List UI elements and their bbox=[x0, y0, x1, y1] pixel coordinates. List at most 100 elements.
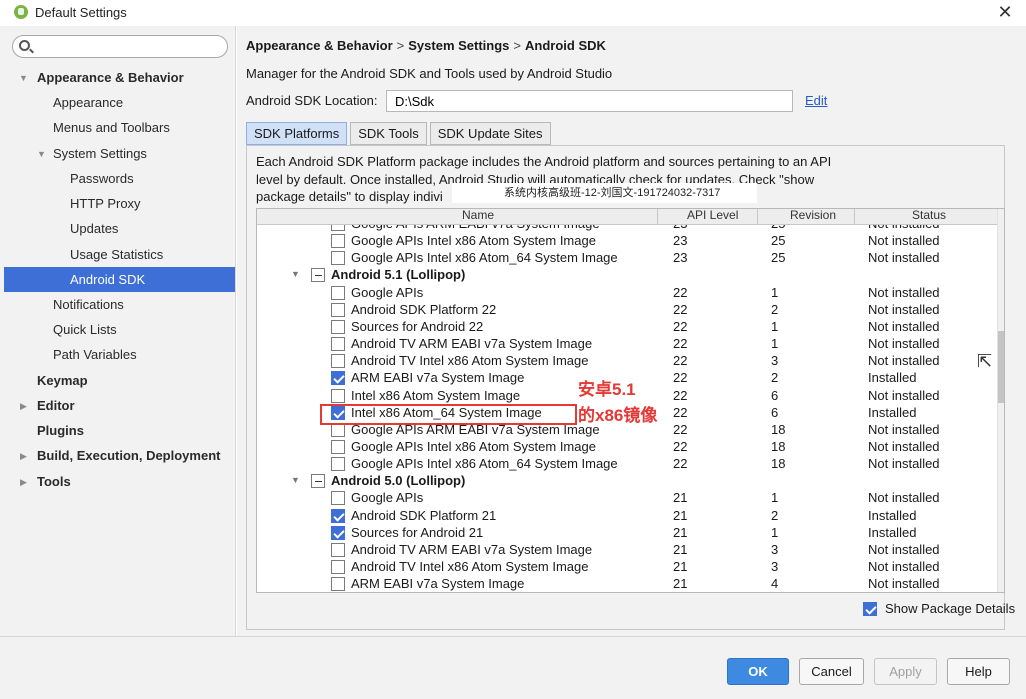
table-row[interactable]: Google APIs Intel x86 Atom System Image 2… bbox=[257, 232, 997, 249]
sidebar-item-plugins[interactable]: Plugins bbox=[37, 418, 84, 443]
table-row[interactable]: Google APIs Intel x86 Atom_64 System Ima… bbox=[257, 455, 997, 472]
table-row[interactable]: Google APIs Intel x86 Atom_64 System Ima… bbox=[257, 249, 997, 266]
expanded-arrow-icon[interactable]: ▼ bbox=[291, 266, 300, 283]
group-row[interactable]: ▼ Android 5.1 (Lollipop) bbox=[257, 266, 997, 283]
sidebar-item-build-execution-deployment[interactable]: Build, Execution, Deployment bbox=[37, 443, 220, 468]
sidebar-item-editor[interactable]: Editor bbox=[37, 393, 75, 418]
collapsed-arrow-icon[interactable]: ▶ bbox=[20, 451, 27, 462]
revision: 3 bbox=[771, 541, 779, 557]
api-level: 23 bbox=[673, 250, 688, 266]
package-name: Android TV ARM EABI v7a System Image bbox=[351, 336, 593, 352]
apply-button[interactable]: Apply bbox=[874, 658, 937, 685]
package-checkbox[interactable] bbox=[331, 508, 345, 523]
table-row[interactable]: Android SDK Platform 21 21 2 Installed bbox=[257, 507, 997, 524]
table-row[interactable]: ARM EABI v7a System Image 21 4 Not installe… bbox=[257, 575, 997, 592]
tab-sdk-tools[interactable]: SDK Tools bbox=[350, 122, 427, 145]
sidebar-item-http-proxy[interactable]: HTTP Proxy bbox=[70, 191, 141, 216]
table-row[interactable]: Google APIs 21 1 Not installed bbox=[257, 489, 997, 506]
sidebar-item-tools[interactable]: Tools bbox=[37, 469, 71, 494]
show-package-details-checkbox[interactable]: Show Package Details bbox=[863, 601, 1015, 616]
expanded-arrow-icon[interactable]: ▼ bbox=[19, 73, 28, 83]
package-checkbox[interactable] bbox=[331, 457, 345, 472]
group-checkbox[interactable] bbox=[311, 268, 325, 283]
sidebar-item-path-variables[interactable]: Path Variables bbox=[53, 342, 137, 367]
close-icon[interactable]: ✕ bbox=[994, 1, 1016, 23]
package-checkbox[interactable] bbox=[331, 251, 345, 266]
expanded-arrow-icon[interactable]: ▼ bbox=[37, 149, 46, 159]
search-box[interactable] bbox=[12, 35, 228, 58]
search-input[interactable] bbox=[37, 38, 217, 55]
package-checkbox[interactable] bbox=[331, 388, 345, 403]
sidebar-item-appearance[interactable]: Appearance bbox=[53, 90, 123, 115]
api-level: 21 bbox=[673, 541, 688, 557]
sidebar-item-usage-statistics[interactable]: Usage Statistics bbox=[70, 242, 163, 267]
sidebar-item-passwords[interactable]: Passwords bbox=[70, 166, 134, 191]
package-name: Google APIs Intel x86 Atom System Image bbox=[351, 438, 596, 454]
package-checkbox[interactable] bbox=[331, 319, 345, 334]
table-row[interactable]: Android TV ARM EABI v7a System Image 21 3 N… bbox=[257, 541, 997, 558]
sidebar-item-system-settings[interactable]: System Settings bbox=[53, 141, 147, 166]
table-row[interactable]: Sources for Android 22 22 1 Not installed bbox=[257, 318, 997, 335]
cancel-button[interactable]: Cancel bbox=[799, 658, 864, 685]
column-header-name[interactable]: Name bbox=[462, 209, 494, 222]
package-checkbox[interactable] bbox=[331, 285, 345, 300]
package-checkbox[interactable] bbox=[331, 560, 345, 574]
sidebar-item-quick-lists[interactable]: Quick Lists bbox=[53, 317, 117, 342]
table-row[interactable]: Android SDK Platform 22 22 2 Not installed bbox=[257, 301, 997, 318]
package-checkbox[interactable] bbox=[331, 525, 345, 540]
package-checkbox[interactable] bbox=[331, 371, 345, 386]
vertical-scrollbar[interactable] bbox=[997, 209, 1004, 592]
edit-link[interactable]: Edit bbox=[805, 93, 827, 108]
group-row[interactable]: ▼ Android 5.0 (Lollipop) bbox=[257, 472, 997, 489]
package-checkbox[interactable] bbox=[331, 302, 345, 317]
window-title: Default Settings bbox=[35, 4, 127, 20]
sidebar-item-menus-toolbars[interactable]: Menus and Toolbars bbox=[53, 115, 170, 140]
scrollbar-thumb[interactable] bbox=[998, 331, 1004, 403]
checkbox[interactable] bbox=[863, 601, 877, 616]
package-checkbox[interactable] bbox=[331, 337, 345, 352]
table-row[interactable]: Sources for Android 21 21 1 Installed bbox=[257, 524, 997, 541]
revision: 18 bbox=[771, 456, 786, 472]
package-checkbox[interactable] bbox=[331, 354, 345, 369]
watermark-text: 系统内核高级班-12-刘国文-191724032-7317 bbox=[452, 183, 757, 203]
status-text: Not installed bbox=[868, 353, 940, 369]
table-row[interactable]: Android TV Intel x86 Atom System Image 22… bbox=[257, 352, 997, 369]
package-name: Google APIs Intel x86 Atom System Image bbox=[351, 233, 596, 249]
package-name: ARM EABI v7a System Image bbox=[351, 370, 525, 386]
expanded-arrow-icon[interactable]: ▼ bbox=[291, 472, 300, 489]
table-row[interactable]: Google APIs Intel x86 Atom System Image 2… bbox=[257, 438, 997, 455]
tab-sdk-update-sites[interactable]: SDK Update Sites bbox=[429, 122, 551, 145]
api-level: 22 bbox=[673, 438, 688, 454]
revision: 6 bbox=[771, 387, 779, 403]
package-checkbox[interactable] bbox=[331, 439, 345, 454]
table-row[interactable]: Android TV Intel x86 Atom System Image 21… bbox=[257, 558, 997, 575]
revision: 25 bbox=[771, 250, 786, 266]
status-text: Not installed bbox=[868, 250, 940, 266]
collapsed-arrow-icon[interactable]: ▶ bbox=[20, 401, 27, 412]
package-checkbox[interactable] bbox=[331, 491, 345, 506]
column-header-api-level[interactable]: API Level bbox=[687, 209, 738, 222]
table-row[interactable]: Android TV ARM EABI v7a System Image 22 1 N… bbox=[257, 335, 997, 352]
sidebar-item-keymap[interactable]: Keymap bbox=[37, 368, 88, 393]
revision: 1 bbox=[771, 336, 779, 352]
breadcrumb-separator: > bbox=[513, 38, 522, 53]
package-checkbox[interactable] bbox=[331, 577, 345, 592]
annotation-line-2: 的x86镜像 bbox=[578, 406, 658, 425]
status-text: Not installed bbox=[868, 541, 940, 557]
help-button[interactable]: Help bbox=[947, 658, 1010, 685]
table-row[interactable]: Google APIs 22 1 Not installed bbox=[257, 284, 997, 301]
column-header-revision[interactable]: Revision bbox=[790, 209, 836, 222]
ok-button[interactable]: OK bbox=[727, 658, 789, 685]
info-line: Each Android SDK Platform package includ… bbox=[256, 154, 832, 169]
sidebar-item-appearance-behavior[interactable]: Appearance & Behavior bbox=[37, 65, 184, 90]
tab-sdk-platforms[interactable]: SDK Platforms bbox=[246, 122, 348, 145]
sidebar-item-updates[interactable]: Updates bbox=[70, 216, 118, 241]
package-checkbox[interactable] bbox=[331, 234, 345, 249]
sdk-location-field[interactable] bbox=[386, 90, 793, 112]
collapsed-arrow-icon[interactable]: ▶ bbox=[20, 477, 27, 488]
sidebar-item-android-sdk[interactable]: Android SDK bbox=[4, 267, 235, 292]
column-header-status[interactable]: Status bbox=[912, 209, 946, 222]
package-checkbox[interactable] bbox=[331, 542, 345, 557]
sidebar-item-notifications[interactable]: Notifications bbox=[53, 292, 124, 317]
group-checkbox[interactable] bbox=[311, 474, 325, 489]
